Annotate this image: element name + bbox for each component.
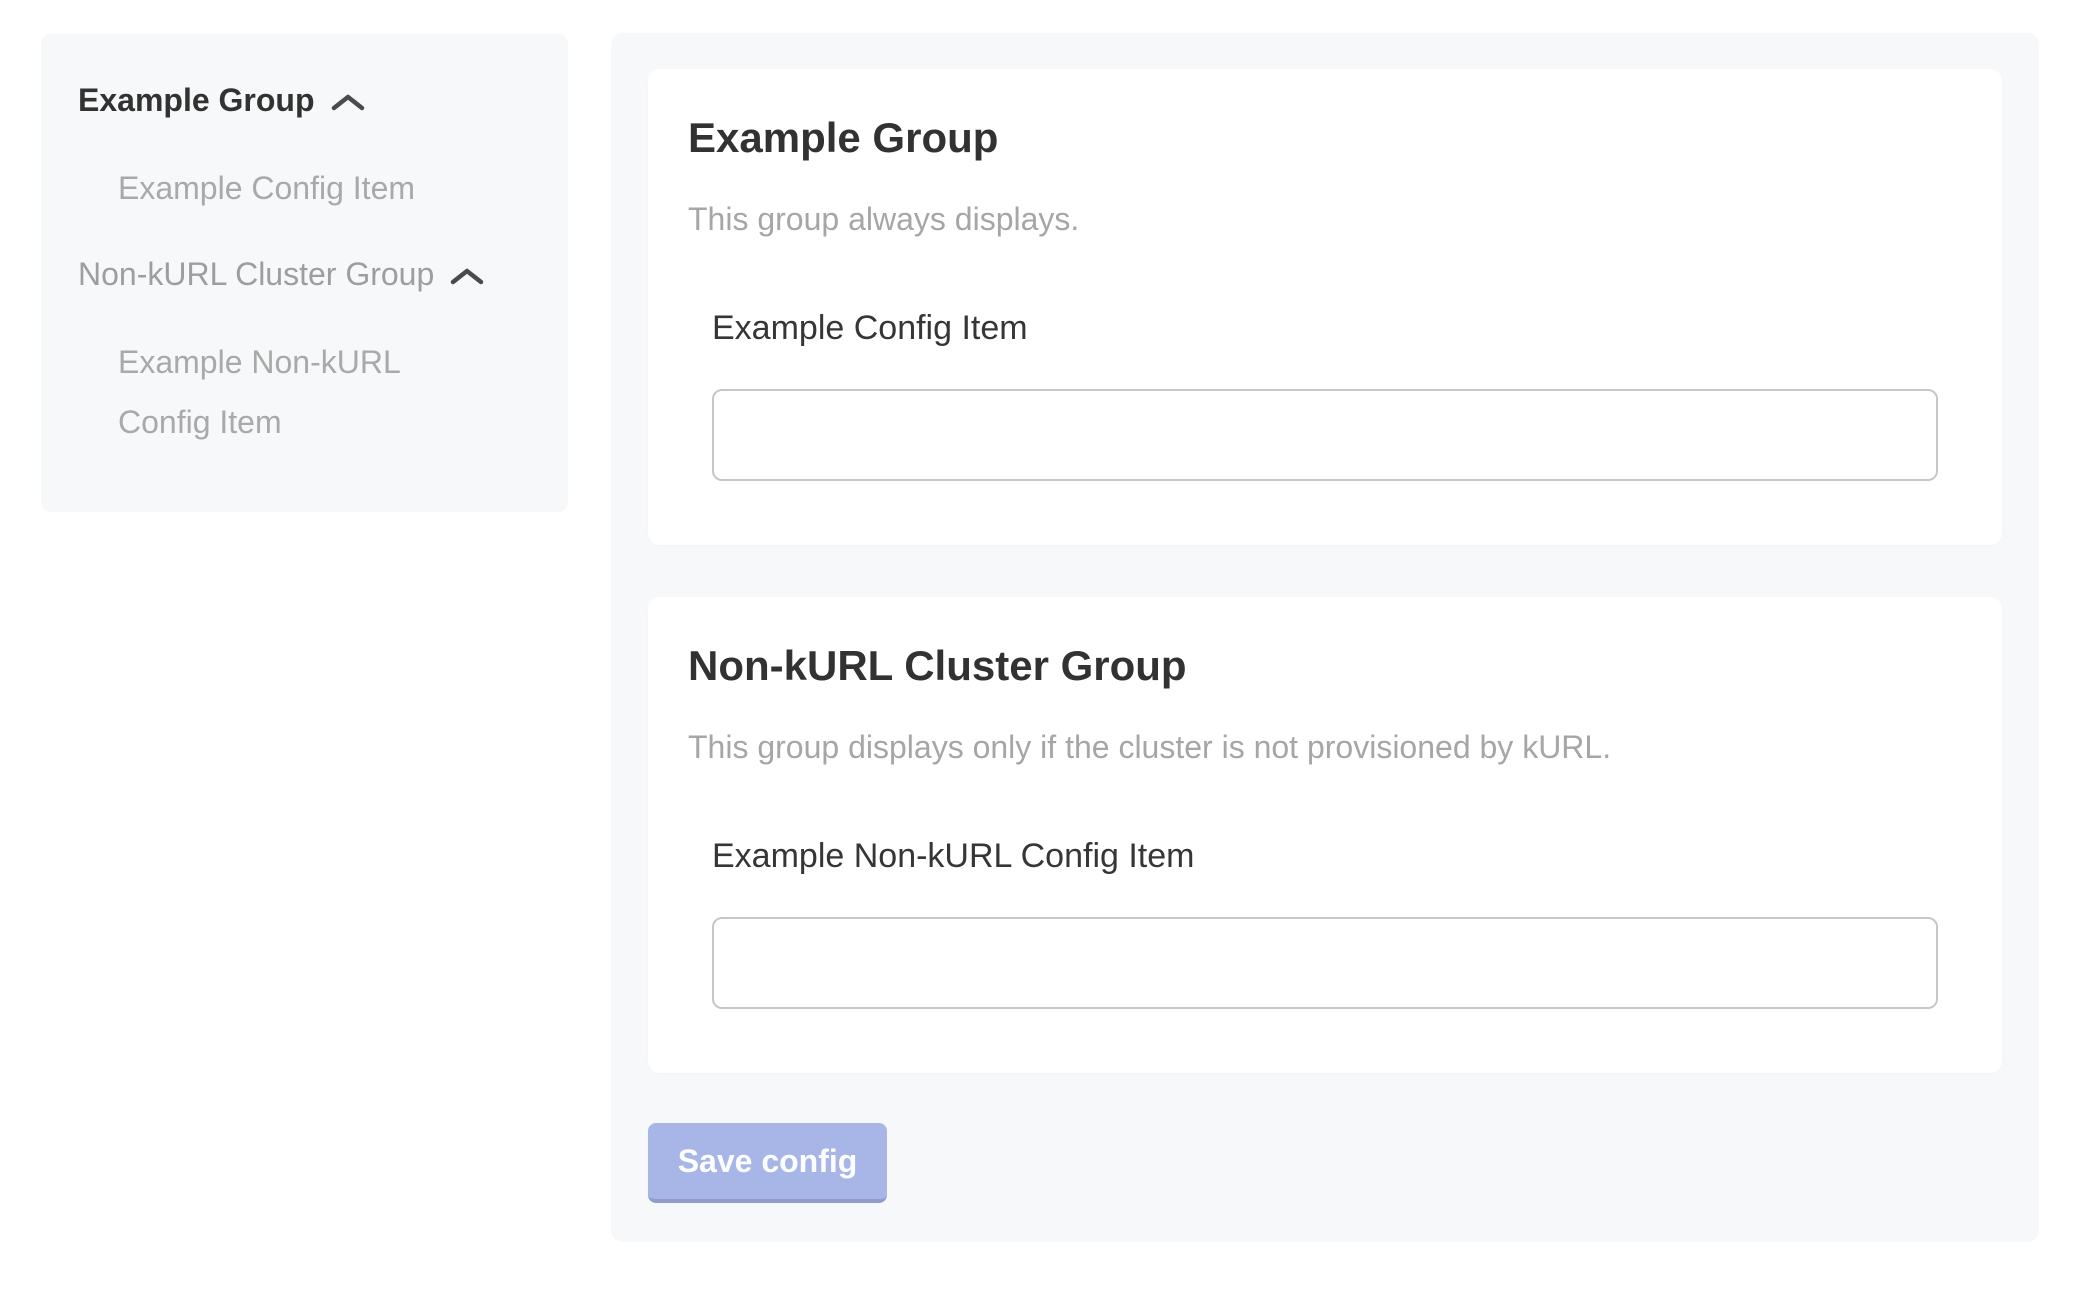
group-description: This group displays only if the cluster …: [688, 727, 1938, 767]
config-item-label: Example Non-kURL Config Item: [712, 835, 1938, 877]
sidebar-group-non-kurl-cluster-group[interactable]: Non-kURL Cluster Group: [78, 244, 538, 306]
group-title: Example Group: [688, 113, 1938, 163]
config-item: Example Config Item: [712, 307, 1938, 481]
chevron-up-icon[interactable]: [331, 72, 365, 132]
save-config-button[interactable]: Save config: [648, 1123, 887, 1203]
config-group-card-non-kurl-cluster-group: Non-kURL Cluster Group This group displa…: [648, 597, 2002, 1073]
chevron-up-icon[interactable]: [450, 246, 484, 306]
group-description: This group always displays.: [688, 199, 1938, 239]
config-item: Example Non-kURL Config Item: [712, 835, 1938, 1009]
example-config-item-input[interactable]: [712, 389, 1938, 481]
config-main-panel: Example Group This group always displays…: [611, 33, 2039, 1242]
sidebar-group-label: Non-kURL Cluster Group: [78, 256, 434, 292]
sidebar-group-label: Example Group: [78, 82, 315, 118]
config-item-label: Example Config Item: [712, 307, 1938, 349]
example-non-kurl-config-item-input[interactable]: [712, 917, 1938, 1009]
config-group-card-example-group: Example Group This group always displays…: [648, 69, 2002, 545]
config-page: Example Group Example Config Item Non-kU…: [0, 0, 2084, 1302]
sidebar-item-example-non-kurl-config-item[interactable]: Example Non-kURL Config Item: [118, 332, 463, 452]
group-title: Non-kURL Cluster Group: [688, 641, 1938, 691]
sidebar-group-example-group[interactable]: Example Group: [78, 70, 538, 132]
sidebar-item-example-config-item[interactable]: Example Config Item: [118, 158, 463, 218]
config-sidebar: Example Group Example Config Item Non-kU…: [41, 34, 568, 512]
